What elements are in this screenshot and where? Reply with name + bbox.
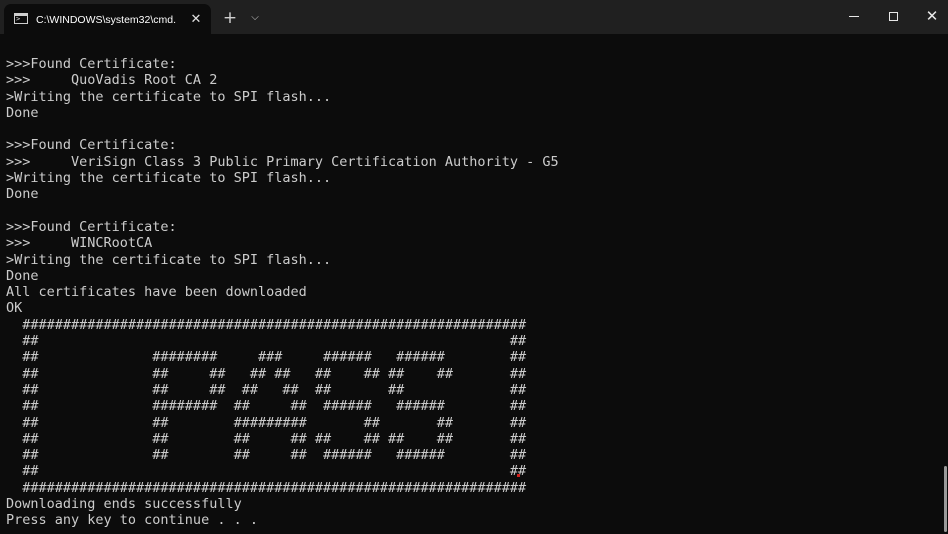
console-text: >>>Found Certificate: >>> QuoVadis Root … <box>0 34 944 529</box>
console-line: >Writing the certificate to SPI flash... <box>6 88 332 105</box>
console-line: ## ## ## ## ###### ###### ## <box>6 447 527 464</box>
console-line: Done <box>6 104 39 121</box>
minimize-icon <box>849 16 859 17</box>
console-line: Done <box>6 267 39 284</box>
terminal-tab[interactable]: C:\WINDOWS\system32\cmd. ✕ <box>4 4 211 34</box>
maximize-button[interactable] <box>873 0 913 32</box>
tab-title: C:\WINDOWS\system32\cmd. <box>36 14 176 26</box>
console-line: ########################################… <box>6 316 527 333</box>
scrollbar-thumb[interactable] <box>944 466 947 532</box>
console-line: >>> QuoVadis Root CA 2 <box>6 72 218 89</box>
console-line: ## ## <box>6 333 527 350</box>
minimize-button[interactable] <box>834 0 874 32</box>
console-line: All certificates have been downloaded <box>6 284 307 301</box>
console-line: ########################################… <box>6 479 527 496</box>
console-line: >>> VeriSign Class 3 Public Primary Cert… <box>6 153 559 170</box>
chevron-down-icon[interactable]: ⌵ <box>246 9 264 27</box>
console-line: >Writing the certificate to SPI flash... <box>6 251 332 268</box>
console-line: OK <box>6 300 23 317</box>
console-line: ## ## <box>6 463 527 480</box>
console-line: >>>Found Certificate: <box>6 137 177 154</box>
tab-close-icon[interactable]: ✕ <box>187 11 205 29</box>
new-tab-button[interactable]: + <box>220 8 240 28</box>
console-line: Downloading ends successfully <box>6 496 242 513</box>
maximize-icon <box>888 12 898 21</box>
console-line: >Writing the certificate to SPI flash... <box>6 170 332 187</box>
console-line: Done <box>6 186 39 203</box>
console-line: >>>Found Certificate: <box>6 56 177 72</box>
title-bar: C:\WINDOWS\system32\cmd. ✕ + ⌵ ✕ <box>0 0 948 34</box>
console-line: ## ## ## ## ## ## ## ## <box>6 381 527 398</box>
console-line: >>>Found Certificate: <box>6 218 177 235</box>
console-line: ## ## ## ## ## ## ## ## ## <box>6 430 527 447</box>
console-line: ## ## ######### ## ## ## <box>6 414 527 431</box>
console-line: ## ######## ## ## ###### ###### ## <box>6 398 527 415</box>
console-line: Press any key to continue . . . <box>6 512 258 529</box>
console-line: >>> WINCRootCA <box>6 235 153 252</box>
close-button[interactable]: ✕ <box>912 0 948 32</box>
console-line: ## ######## ### ###### ###### ## <box>6 349 527 366</box>
console-line: ## ## ## ## ## ## ## ## ## ## <box>6 365 527 382</box>
cmd-icon <box>14 13 28 24</box>
console-output[interactable]: >>>Found Certificate: >>> QuoVadis Root … <box>0 34 944 534</box>
mouse-cursor-dot <box>517 474 520 477</box>
